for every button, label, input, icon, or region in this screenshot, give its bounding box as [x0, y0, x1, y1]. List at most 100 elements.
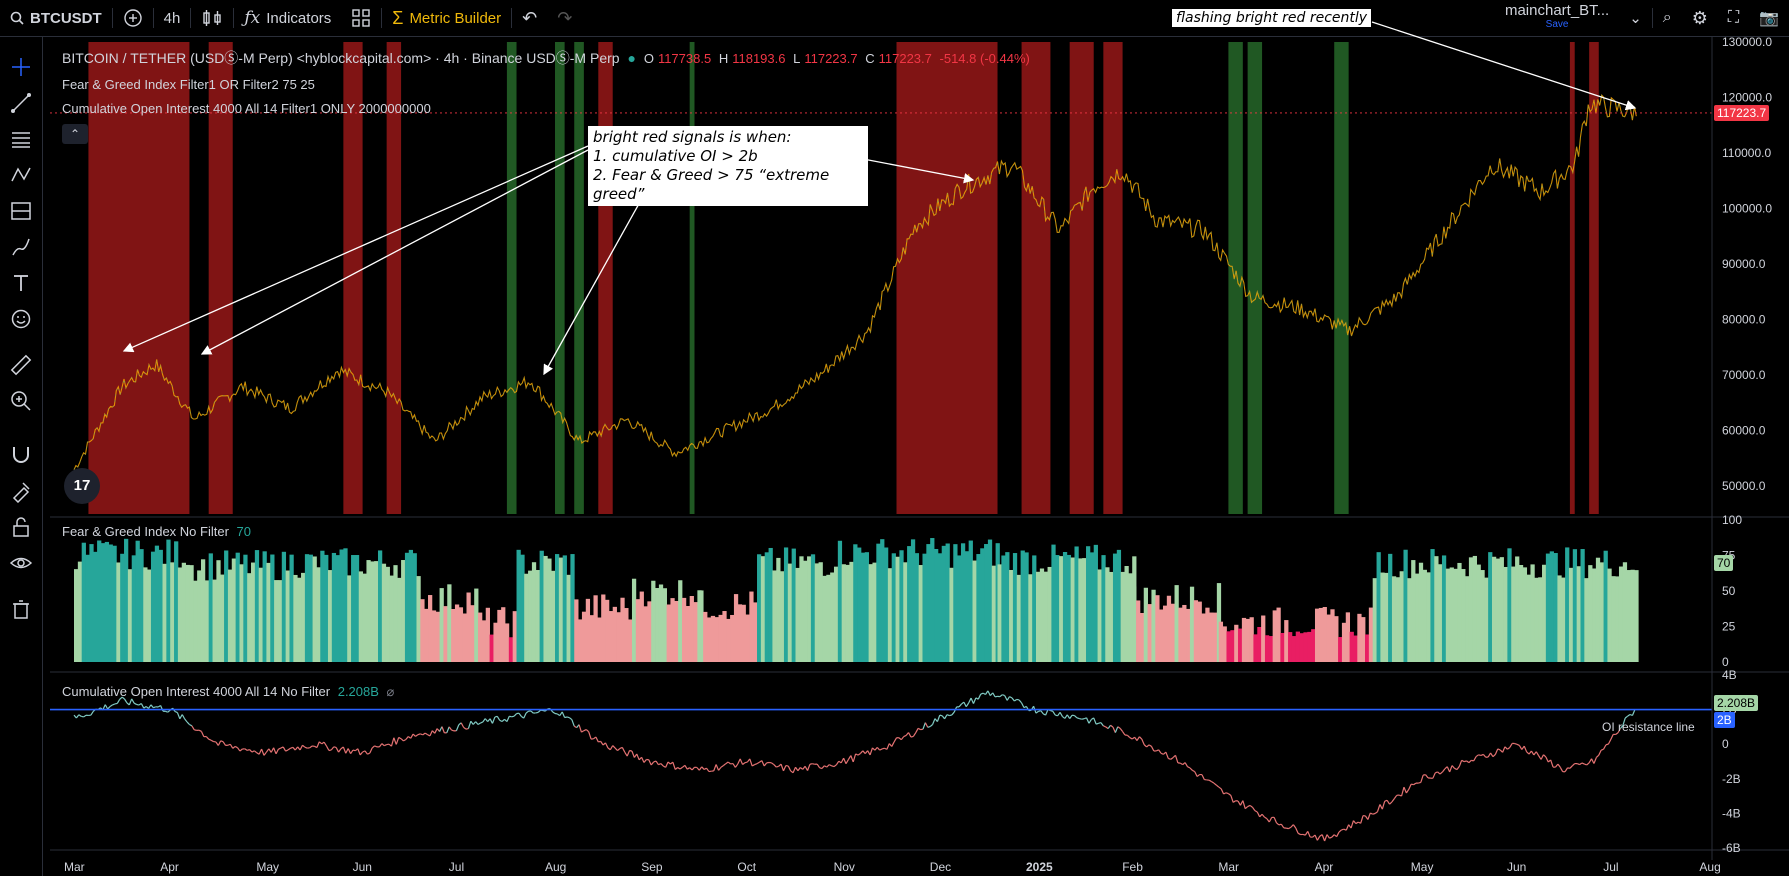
fg-bar-255 [1051, 544, 1056, 662]
fg-bar-26 [174, 541, 179, 662]
oi-segment-583 [1475, 754, 1479, 758]
fg-bar-302 [1226, 631, 1231, 662]
oi-segment-492 [1256, 811, 1261, 818]
fg-bar-393 [1572, 549, 1578, 662]
oi-segment-357 [932, 718, 936, 725]
oi-segment-513 [1307, 831, 1311, 838]
oi-segment-442 [1136, 736, 1140, 741]
fg-bar-35 [208, 553, 213, 662]
oi-segment-75 [253, 750, 258, 754]
fg-bar-101 [462, 613, 467, 662]
oi-segment-44 [179, 714, 183, 720]
oi-segment-226 [617, 747, 621, 752]
fg-bar-277 [1132, 586, 1137, 662]
fg-bar-28 [181, 562, 186, 662]
main-series-title: BITCOIN / TETHER (USDⓈ-M Perp) <hyblockc… [62, 50, 620, 66]
fg-bar-133 [585, 598, 591, 662]
oi-segment-504 [1285, 827, 1289, 830]
fg-bar-211 [884, 547, 889, 662]
oi-segment-586 [1482, 754, 1487, 758]
fg-bar-169 [722, 611, 727, 662]
fg-bar-80 [381, 563, 387, 662]
fg-bar-42 [235, 552, 240, 662]
oi-segment-520 [1324, 834, 1328, 842]
fg-bar-18 [143, 567, 148, 662]
oi-segment-646 [1627, 714, 1631, 717]
oi-segment-47 [186, 721, 190, 725]
fg-bar-38 [220, 574, 225, 662]
oi-segment-353 [922, 722, 926, 730]
time-tick-label-1: Apr [160, 860, 179, 874]
oi-segment-377 [980, 692, 984, 695]
oi-segment-274 [732, 763, 736, 768]
fg-bar-245 [1012, 553, 1018, 662]
fg-bar-396 [1584, 578, 1589, 662]
oi-segment-297 [787, 765, 792, 772]
ohlc-low: 117223.7 [804, 51, 858, 66]
fg-bar-253 [1043, 571, 1048, 662]
fg-bar-379 [1518, 564, 1524, 662]
oi-pane-legend[interactable]: Cumulative Open Interest 4000 All 14 No … [62, 684, 398, 700]
oi-segment-142 [415, 734, 419, 737]
fg-bar-188 [795, 567, 800, 662]
fg-bar-147 [639, 591, 644, 662]
oi-segment-1 [75, 714, 80, 719]
fg-bar-266 [1093, 544, 1098, 662]
oi-segment-134 [395, 737, 400, 745]
fg-bar-159 [685, 606, 691, 662]
fg-bar-115 [516, 549, 521, 662]
ohlc-change: -514.8 (-0.44%) [939, 51, 1030, 66]
fg-bar-235 [976, 554, 981, 662]
oi-segment-475 [1216, 784, 1220, 788]
ohlc-low-label: L [793, 51, 801, 66]
oi-segment-2 [78, 714, 82, 717]
oi-segment-541 [1374, 811, 1378, 814]
fg-bar-334 [1349, 631, 1354, 662]
oi-segment-266 [713, 764, 717, 772]
oi-segment-645 [1624, 715, 1628, 719]
oi-segment-359 [936, 714, 941, 722]
fg-bar-333 [1345, 612, 1351, 662]
oi-segment-38 [165, 710, 168, 713]
fg-bar-160 [689, 595, 694, 662]
fg-bar-225 [937, 553, 943, 662]
fg-bar-391 [1565, 547, 1570, 662]
indicator-legend-oi-filter[interactable]: Cumulative Open Interest 4000 All 14 Fil… [62, 101, 431, 116]
oi-segment-596 [1507, 746, 1511, 750]
oi-segment-120 [362, 750, 366, 753]
oi-segment-348 [910, 735, 914, 738]
fg-bar-200 [841, 564, 846, 662]
fg-bar-202 [849, 561, 854, 662]
oi-segment-143 [417, 733, 421, 736]
time-tick-label-8: Nov [834, 860, 855, 874]
indicator-legend-fg-filter[interactable]: Fear & Greed Index Filter1 OR Filter2 75… [62, 77, 315, 92]
oi-segment-114 [347, 748, 352, 754]
oi-segment-360 [939, 714, 943, 717]
fg-pane-legend[interactable]: Fear & Greed Index No Filter 70 [62, 524, 255, 539]
oi-segment-413 [1066, 714, 1071, 719]
fg-bar-20 [150, 551, 156, 662]
oi-segment-635 [1600, 748, 1604, 751]
main-legend[interactable]: BITCOIN / TETHER (USDⓈ-M Perp) <hyblockc… [62, 48, 1038, 68]
collapse-legend-button[interactable]: ⌃ [62, 124, 88, 144]
chart-canvas[interactable]: 130000.0 120000.0 110000.0 100000.0 90000.0 8… [0, 0, 1789, 876]
oi-threshold-tag: 2B [1714, 711, 1735, 728]
fg-bar-98 [451, 609, 456, 662]
fg-bar-316 [1280, 632, 1285, 662]
oi-segment-113 [345, 748, 349, 754]
oi-segment-234 [636, 753, 640, 761]
oi-segment-502 [1280, 823, 1285, 829]
oi-segment-62 [222, 741, 227, 746]
oi-segment-203 [561, 711, 566, 718]
oi-segment-463 [1187, 766, 1191, 769]
oi-segment-204 [564, 716, 568, 719]
oi-segment-159 [455, 724, 460, 731]
oi-segment-299 [792, 766, 797, 774]
oi-segment-311 [821, 765, 825, 769]
oi-segment-355 [927, 726, 931, 728]
oi-segment-89 [287, 747, 291, 751]
oi-segment-365 [951, 711, 955, 716]
fg-bar-90 [420, 599, 425, 662]
oi-segment-623 [1571, 763, 1576, 767]
oi-segment-523 [1331, 834, 1335, 838]
